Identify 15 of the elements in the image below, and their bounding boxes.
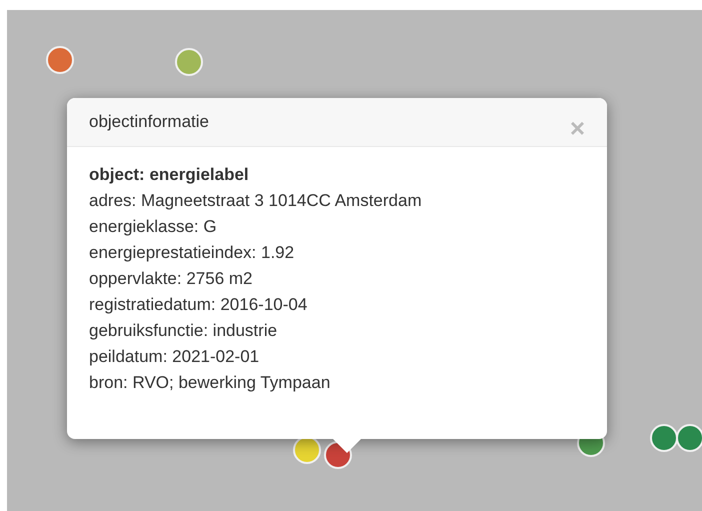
info-line: gebruiksfunctie: industrie: [89, 320, 278, 342]
map-marker[interactable]: [175, 48, 203, 76]
map-marker[interactable]: [46, 46, 74, 74]
map-marker[interactable]: [650, 424, 678, 452]
popup-title: objectinformatie: [89, 111, 210, 134]
info-line: oppervlakte: 2756 m2: [89, 268, 254, 290]
close-button[interactable]: ×: [570, 115, 585, 141]
popup-heading: object: energielabel: [89, 164, 250, 186]
info-line: energieprestatieindex: 1.92: [89, 242, 296, 264]
info-line: energieklasse: G: [89, 216, 218, 238]
info-line: bron: RVO; bewerking Tympaan: [89, 372, 332, 394]
info-line: peildatum: 2021-02-01: [89, 346, 260, 368]
info-line: registratiedatum: 2016-10-04: [89, 294, 308, 316]
info-line: adres: Magneetstraat 3 1014CC Amsterdam: [89, 190, 423, 212]
map-marker[interactable]: [676, 424, 702, 452]
